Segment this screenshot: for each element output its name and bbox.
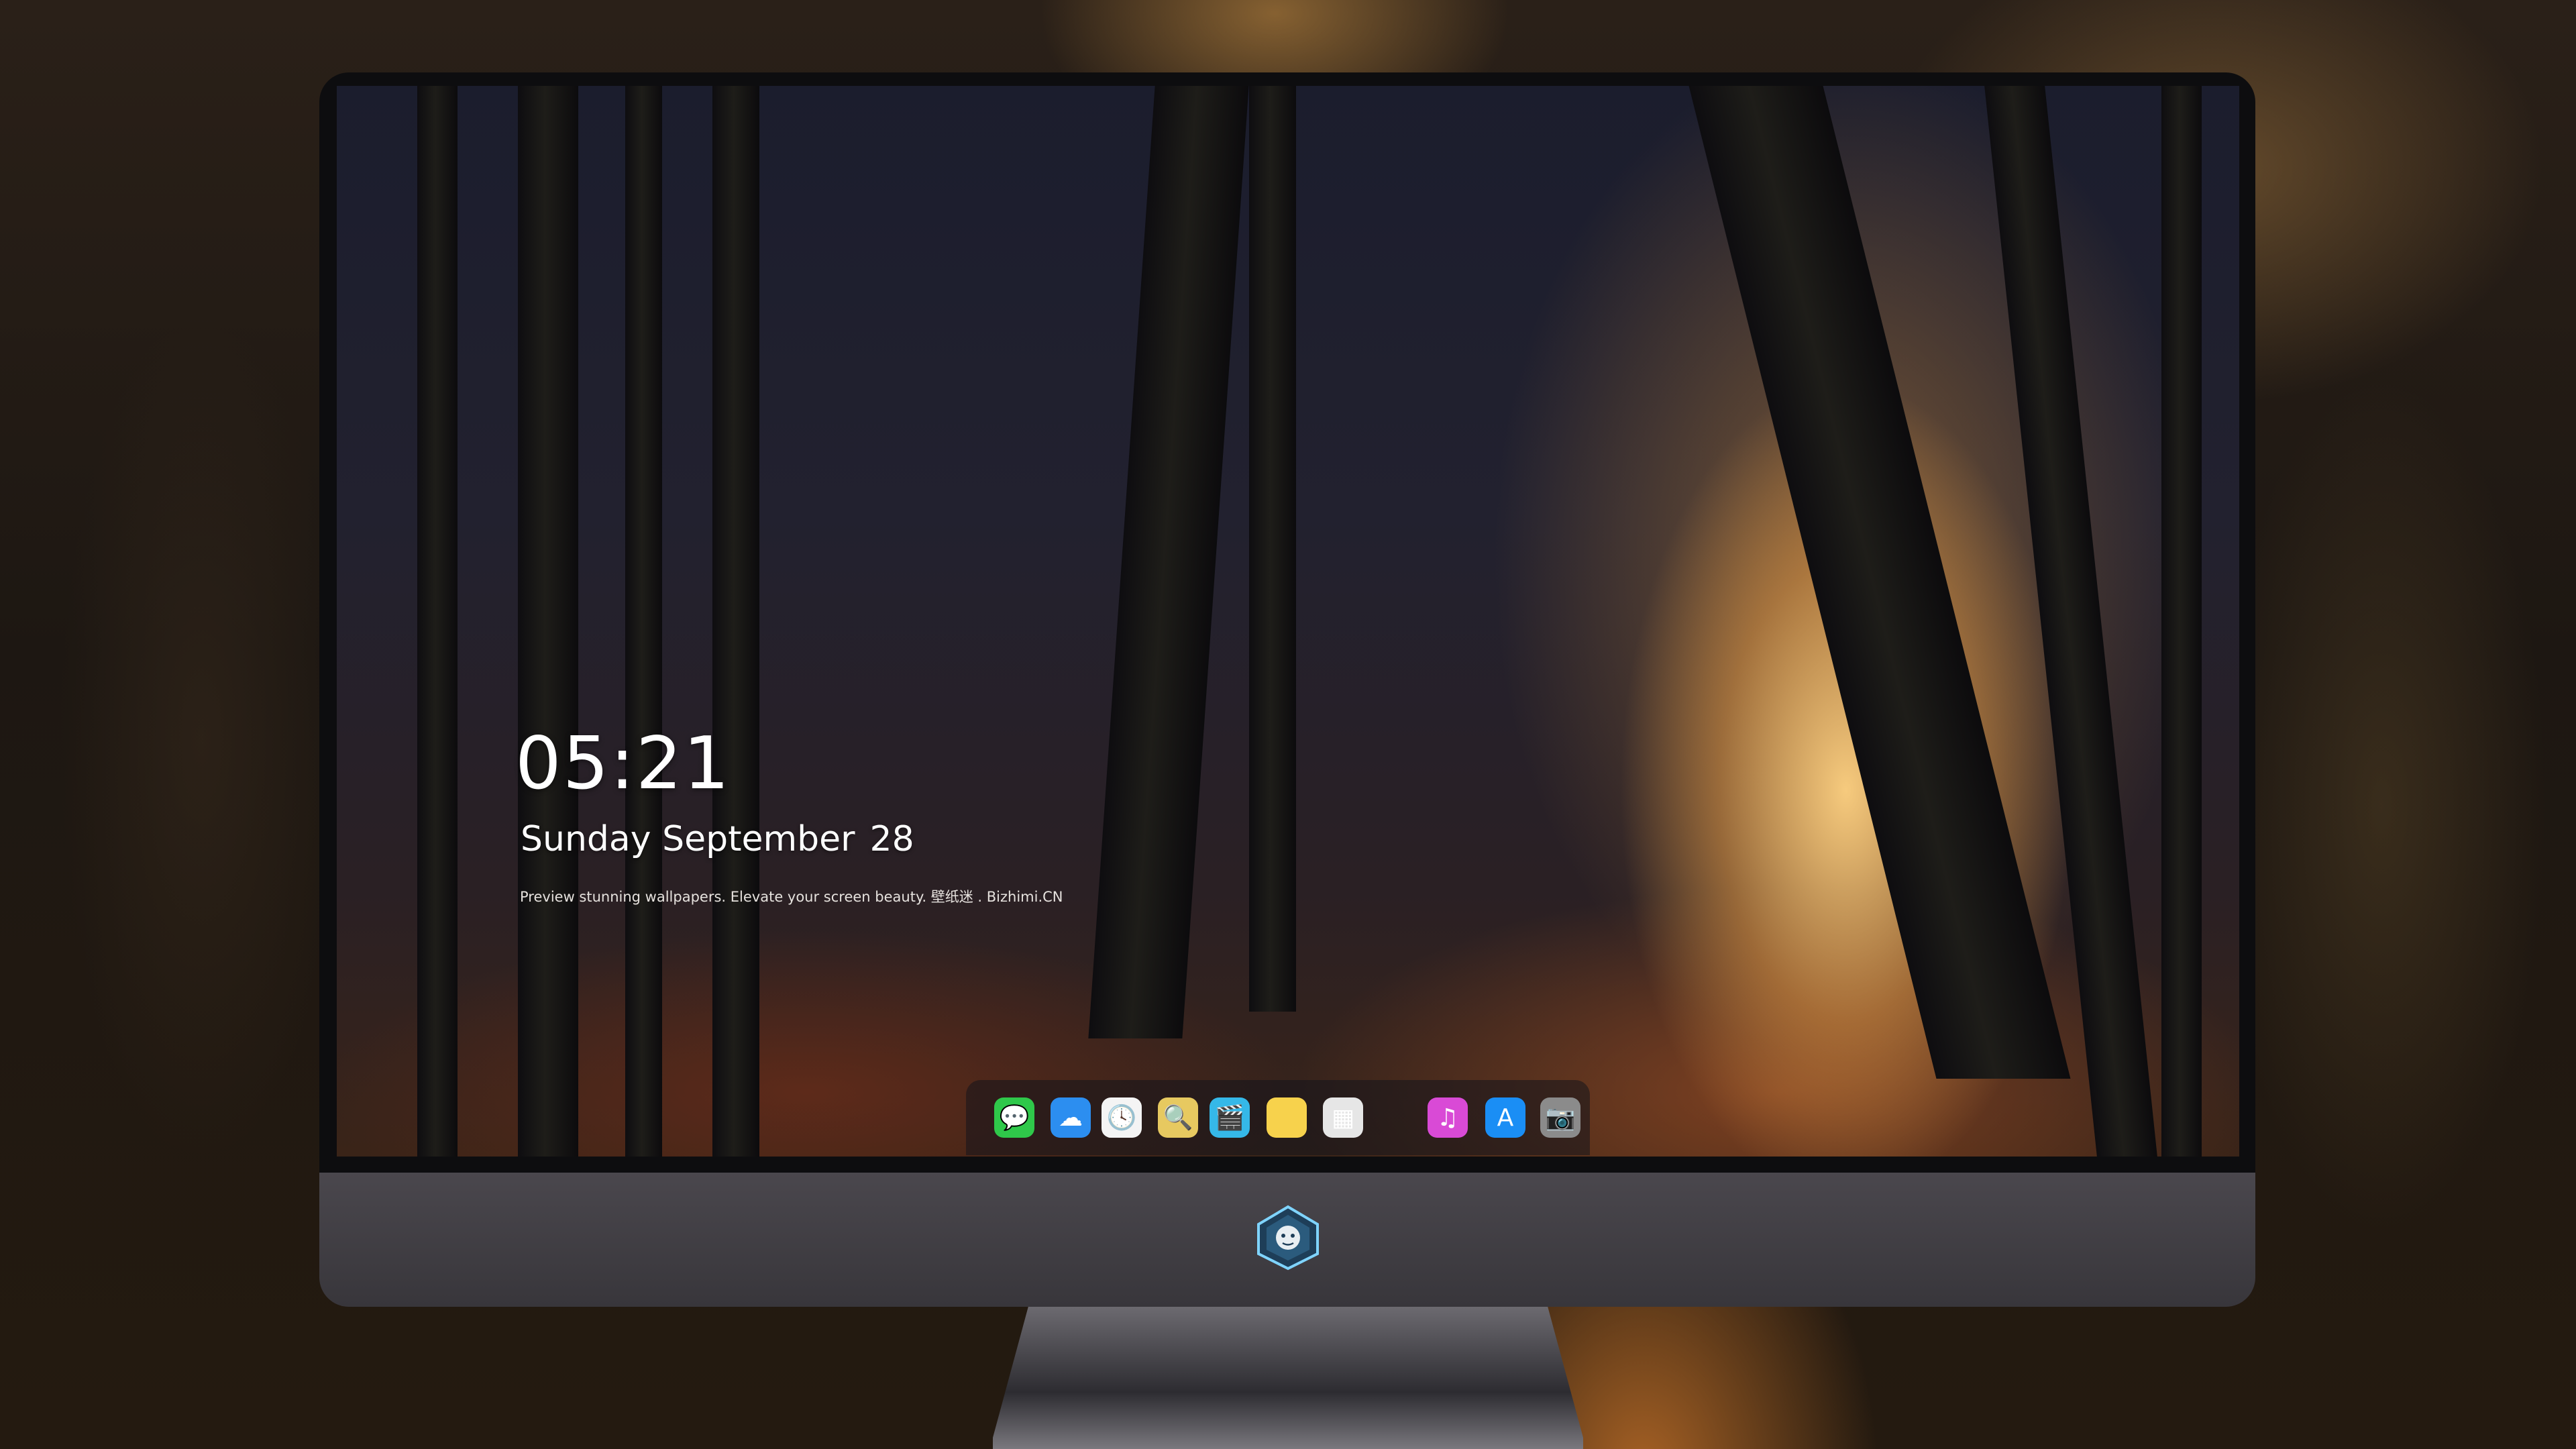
messages-icon[interactable]: 💬 [994,1097,1034,1138]
camera-icon[interactable]: 📷 [1540,1097,1580,1138]
app-store-icon[interactable]: A [1485,1097,1525,1138]
tree-trunk [1249,86,1296,1012]
music-icon[interactable]: ♫ [1428,1097,1468,1138]
tree-trunk [518,86,578,1157]
clips-icon[interactable]: 🎬 [1210,1097,1250,1138]
date-weekday-month: Sunday September [521,819,855,859]
weather-icon[interactable]: ☁ [1051,1097,1091,1138]
wallpaper-caption: Preview stunning wallpapers. Elevate you… [520,889,1063,905]
notes-icon[interactable] [1267,1097,1307,1138]
tree-trunk [2161,86,2202,1157]
brand-logo-icon [1257,1205,1319,1271]
tree-trunk [1088,86,1249,1038]
preview-icon[interactable]: 🔍 [1158,1097,1198,1138]
date-day: 28 [869,819,914,859]
tree-trunk [712,86,759,1157]
tree-trunk [417,86,458,1157]
clock-icon[interactable]: 🕓 [1102,1097,1142,1138]
lockscreen-time: 05:21 [515,722,731,806]
monitor-stand [993,1307,1583,1449]
desktop-screen [337,86,2239,1157]
lockscreen-date: Sunday September 28 [521,822,914,857]
photo-booth-icon[interactable]: ▦ [1323,1097,1363,1138]
tree-trunk [625,86,662,1157]
